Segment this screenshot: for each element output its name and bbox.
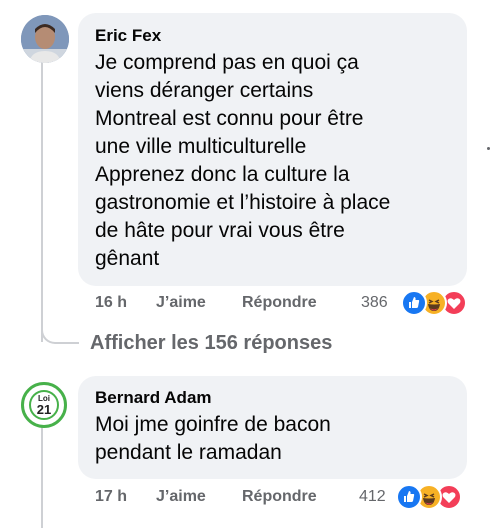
comment-text-line: Montreal est connu pour être bbox=[95, 107, 364, 130]
comment-author[interactable]: Bernard Adam bbox=[95, 387, 451, 409]
like-button[interactable]: J’aime bbox=[156, 488, 206, 506]
reaction-icons[interactable] bbox=[396, 484, 466, 510]
avatar[interactable]: Loi 21 bbox=[21, 382, 67, 428]
separator-dot bbox=[487, 147, 490, 150]
comment-text-line: Moi jme goinfre de bacon bbox=[95, 413, 331, 436]
loi21-badge-icon: Loi 21 bbox=[29, 390, 59, 420]
comment-text-line: de hâte pour vrai vous être bbox=[95, 219, 345, 242]
comment-bubble: Eric Fex Je comprend pas en quoi ça vien… bbox=[78, 13, 467, 286]
thread-connector bbox=[41, 318, 79, 344]
like-button[interactable]: J’aime bbox=[156, 294, 206, 312]
reaction-count[interactable]: 386 bbox=[361, 294, 388, 312]
comment-text-line: gastronomie et l’histoire à place bbox=[95, 191, 391, 214]
comment-text-line: Je comprend pas en quoi ça bbox=[95, 51, 359, 74]
comment-bubble: Bernard Adam Moi jme goinfre de bacon pe… bbox=[78, 376, 467, 479]
comment-text-line: Apprenez donc la culture la bbox=[95, 163, 350, 186]
reaction-count[interactable]: 412 bbox=[359, 488, 386, 506]
comment-text-line: pendant le ramadan bbox=[95, 441, 282, 464]
comment-text-line: viens déranger certains bbox=[95, 79, 314, 102]
thread-line bbox=[41, 426, 43, 528]
comment-text-line: gênant bbox=[95, 247, 160, 270]
comment-author[interactable]: Eric Fex bbox=[95, 25, 451, 47]
comment-timestamp[interactable]: 16 h bbox=[95, 294, 127, 312]
view-replies-link[interactable]: Afficher les 156 réponses bbox=[90, 332, 332, 355]
thread-line bbox=[41, 62, 43, 342]
like-icon bbox=[401, 290, 427, 316]
reply-button[interactable]: Répondre bbox=[242, 294, 317, 312]
badge-text-bottom: 21 bbox=[36, 402, 52, 417]
reply-button[interactable]: Répondre bbox=[242, 488, 317, 506]
like-icon bbox=[396, 484, 422, 510]
avatar[interactable] bbox=[21, 15, 69, 63]
comment-timestamp[interactable]: 17 h bbox=[95, 488, 127, 506]
reaction-icons[interactable] bbox=[401, 290, 471, 316]
comment-text-line: une ville multiculturelle bbox=[95, 135, 307, 158]
